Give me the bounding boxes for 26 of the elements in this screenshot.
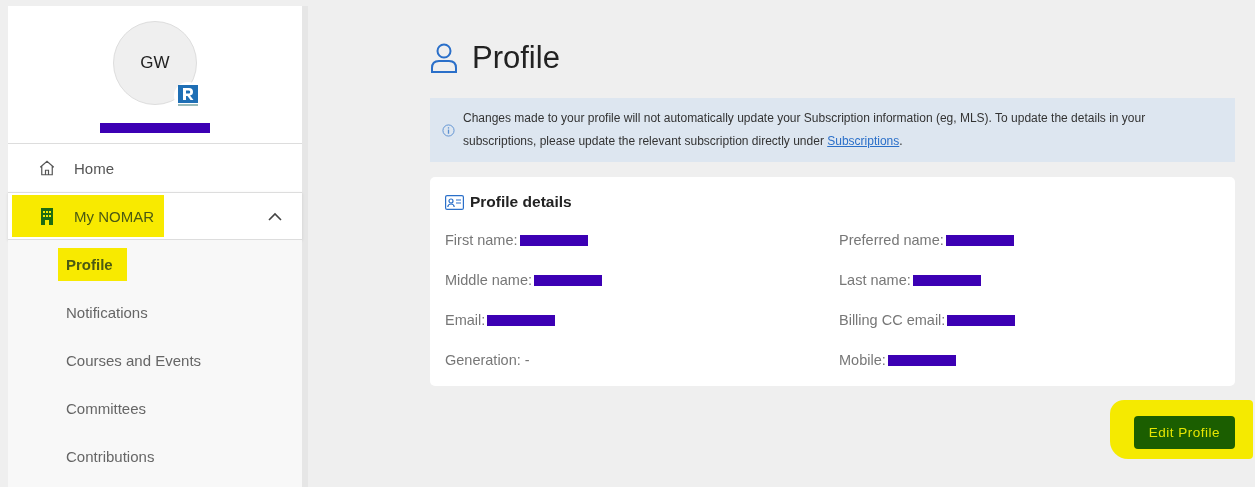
field-label: Last name: — [839, 272, 911, 288]
nav-subitem[interactable]: Notifications — [8, 288, 302, 336]
realtor-logo-icon — [178, 85, 198, 107]
info-icon — [442, 123, 455, 137]
field-label: First name: — [445, 232, 518, 248]
field-label: Email: — [445, 312, 486, 328]
field-label: Middle name: — [445, 272, 533, 288]
nav-subitem[interactable]: Committees — [8, 384, 302, 432]
page-title: Profile — [472, 40, 560, 76]
home-icon — [38, 159, 56, 177]
user-icon — [430, 43, 458, 73]
building-icon — [40, 207, 54, 225]
field-label: Billing CC email: — [839, 312, 946, 328]
field-label: Preferred name: — [839, 232, 944, 248]
nav-subitem[interactable]: Contributions — [8, 432, 302, 480]
field-label: Mobile: — [839, 352, 886, 368]
field-value: - — [524, 352, 530, 368]
field-label: Generation: — [445, 352, 521, 368]
nav-subitem[interactable]: Courses and Events — [8, 336, 302, 384]
nav-item[interactable]: My NOMAR — [8, 192, 302, 240]
id-card-icon — [445, 194, 464, 210]
info-text: Changes made to your profile will not automatically update your Subscription information (eg, MLS). To update the details in your subscriptions, please update the relevant subscription directly under Subscriptions. — [463, 110, 1147, 150]
nav-subitem[interactable]: Profile — [8, 240, 302, 288]
card-title: Profile details — [470, 193, 572, 211]
edit-profile-button[interactable]: Edit Profile — [1133, 416, 1235, 449]
chevron-up-icon — [268, 211, 282, 221]
